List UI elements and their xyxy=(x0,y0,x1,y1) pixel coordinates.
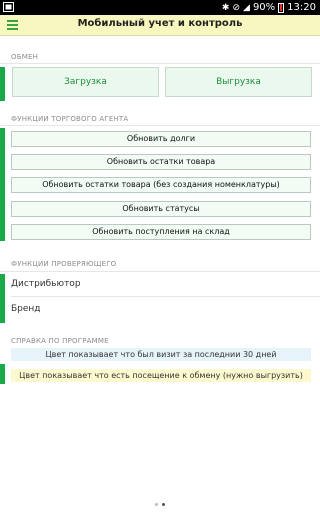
download-button[interactable]: Загрузка xyxy=(12,67,159,97)
update-receipts-button[interactable]: Обновить поступления на склад xyxy=(11,224,311,240)
update-statuses-button[interactable]: Обновить статусы xyxy=(11,201,311,217)
update-stock-no-items-button[interactable]: Обновить остатки товара (без создания но… xyxy=(11,177,311,193)
clock: 13:20 xyxy=(287,2,316,13)
update-stock-button[interactable]: Обновить остатки товара xyxy=(11,154,311,170)
help-exchange-color-line: Цвет показывает что есть посещение к обм… xyxy=(11,369,311,382)
section-accent-bar xyxy=(0,364,5,384)
distributor-field[interactable]: Дистрибьютор xyxy=(11,279,81,289)
section-label-exchange: ОБМЕН xyxy=(11,53,39,61)
page-title: Мобильный учет и контроль xyxy=(77,18,243,29)
section-accent-bar xyxy=(0,67,5,101)
battery-percent: 90% xyxy=(252,2,276,13)
bluetooth-icon: ✱ xyxy=(221,2,230,13)
section-accent-bar xyxy=(0,274,5,323)
help-visit-color-line: Цвет показывает что был визит за последн… xyxy=(11,348,311,361)
section-label-agent: ФУНКЦИИ ТОРГОВОГО АГЕНТА xyxy=(11,115,129,123)
divider xyxy=(0,271,320,272)
battery-icon xyxy=(278,2,285,13)
section-accent-bar xyxy=(0,128,5,241)
status-icons: ✱ ⊘ ◢ 90% 13:20 xyxy=(222,1,316,14)
field-divider xyxy=(11,296,320,297)
main-content: ОБМЕН Загрузка Выгрузка ФУНКЦИИ ТОРГОВОГ… xyxy=(0,36,320,501)
app-bar: Мобильный учет и контроль xyxy=(0,15,320,36)
status-bar: ✱ ⊘ ◢ 90% 13:20 xyxy=(0,0,320,15)
divider xyxy=(0,63,320,64)
update-debts-button[interactable]: Обновить долги xyxy=(11,131,311,147)
page-dot-active[interactable] xyxy=(162,503,165,506)
screenshot-icon xyxy=(3,2,14,12)
signal-icon: ◢ xyxy=(243,2,250,13)
page-indicator xyxy=(155,503,165,506)
no-sim-icon: ⊘ xyxy=(232,2,241,13)
page-dot[interactable] xyxy=(155,503,158,506)
section-label-inspector: ФУНКЦИИ ПРОВЕРЯЮЩЕГО xyxy=(11,260,117,268)
upload-button[interactable]: Выгрузка xyxy=(165,67,312,97)
divider xyxy=(0,125,320,126)
section-label-help: СПРАВКА ПО ПРОГРАММЕ xyxy=(11,337,109,345)
brand-field[interactable]: Бренд xyxy=(11,304,41,314)
